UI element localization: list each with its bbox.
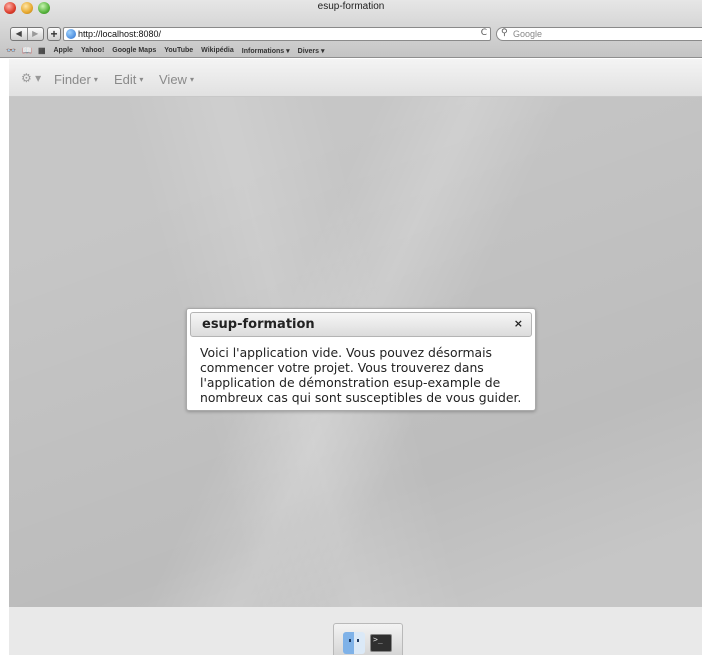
url-text[interactable]: http://localhost:8080/ — [78, 29, 161, 39]
dialog-close-button[interactable]: × — [514, 317, 523, 330]
dialog-message: Voici l'application vide. Vous pouvez dé… — [200, 345, 522, 405]
search-field[interactable]: ⚲ Google — [496, 27, 702, 41]
address-bar[interactable]: http://localhost:8080/ C — [63, 27, 491, 41]
dialog-header: esup-formation × — [190, 312, 532, 337]
bookmark-wikipedia[interactable]: Wikipédia — [201, 47, 234, 54]
top-sites-grid-icon[interactable]: ▦ — [38, 46, 46, 55]
add-bookmark-button[interactable]: + — [47, 27, 61, 41]
search-icon: ⚲ — [501, 28, 508, 38]
menu-finder[interactable]: Finder ▾ — [54, 72, 98, 87]
bookmarks-book-icon[interactable]: 📖 — [22, 46, 32, 55]
search-placeholder: Google — [513, 29, 543, 39]
chevron-down-icon: ▾ — [139, 75, 144, 84]
title-bar: esup-formation — [0, 0, 702, 16]
browser-chrome: esup-formation ◀ ▶ + http://localhost:80… — [0, 0, 702, 58]
menu-finder-label: Finder — [54, 72, 91, 87]
bookmark-youtube[interactable]: YouTube — [164, 47, 193, 54]
info-dialog: esup-formation × Voici l'application vid… — [186, 308, 536, 411]
reading-list-icon[interactable]: 👓 — [6, 46, 16, 55]
menu-edit-label: Edit — [114, 72, 137, 87]
bookmark-google-maps[interactable]: Google Maps — [112, 47, 156, 54]
terminal-icon[interactable]: >_ — [370, 634, 392, 652]
bookmark-informations[interactable]: Informations ▾ — [242, 47, 290, 55]
chevron-down-icon: ▾ — [93, 75, 98, 84]
forward-button[interactable]: ▶ — [26, 28, 44, 40]
dialog-title: esup-formation — [202, 317, 315, 332]
system-menu-icon[interactable]: ⚙ ▾ — [21, 71, 41, 85]
menu-edit[interactable]: Edit ▾ — [114, 72, 143, 87]
back-forward-buttons: ◀ ▶ — [10, 27, 44, 41]
menu-view[interactable]: View ▾ — [159, 72, 194, 87]
window-title: esup-formation — [317, 1, 385, 12]
reload-icon[interactable]: C — [481, 28, 487, 38]
desktop-menubar: ⚙ ▾ Finder ▾ Edit ▾ View ▾ — [9, 59, 702, 97]
page-content: ⚙ ▾ Finder ▾ Edit ▾ View ▾ esup-formation ×… — [9, 59, 702, 655]
dock: >_ — [333, 623, 403, 655]
menu-view-label: View — [159, 72, 187, 87]
bookmarks-bar: 👓 📖 ▦ Apple Yahoo! Google Maps YouTube W… — [0, 44, 702, 57]
bookmark-apple[interactable]: Apple — [54, 47, 73, 54]
bookmark-yahoo[interactable]: Yahoo! — [81, 47, 104, 54]
finder-icon[interactable] — [343, 632, 365, 654]
bookmark-divers[interactable]: Divers ▾ — [298, 47, 325, 55]
back-button[interactable]: ◀ — [11, 28, 27, 40]
chevron-down-icon: ▾ — [189, 75, 194, 84]
globe-icon — [66, 29, 76, 39]
dock-area: >_ — [9, 607, 702, 655]
